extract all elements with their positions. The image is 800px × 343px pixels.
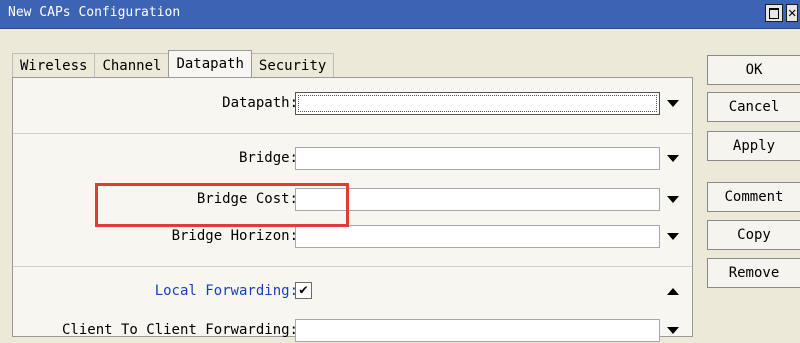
- bridge-input[interactable]: [295, 147, 660, 170]
- bridge-row: Bridge:: [13, 147, 694, 171]
- client-forwarding-label: Client To Client Forwarding:: [61, 322, 298, 338]
- bridge-cost-dropdown-icon[interactable]: [667, 196, 679, 203]
- divider: [13, 133, 692, 134]
- local-forwarding-row: Local Forwarding: ✔: [13, 280, 694, 304]
- client-forwarding-dropdown-icon[interactable]: [667, 327, 679, 334]
- bridge-cost-input[interactable]: [295, 188, 660, 211]
- apply-button[interactable]: Apply: [707, 131, 800, 161]
- tab-strip: Wireless Channel Datapath Security: [12, 50, 335, 77]
- window-controls: ✕: [765, 4, 798, 22]
- tab-wireless[interactable]: Wireless: [12, 53, 96, 77]
- comment-button[interactable]: Comment: [707, 182, 800, 212]
- highlight-box: [95, 183, 349, 227]
- remove-button[interactable]: Remove: [707, 258, 800, 288]
- tab-security[interactable]: Security: [250, 53, 335, 77]
- divider: [13, 266, 692, 267]
- datapath-dropdown-icon[interactable]: [667, 100, 679, 107]
- datapath-label: Datapath:: [222, 95, 298, 111]
- datapath-row: Datapath:: [13, 92, 694, 116]
- window-title: New CAPs Configuration: [8, 5, 181, 20]
- bridge-label: Bridge:: [238, 150, 298, 166]
- bridge-dropdown-icon[interactable]: [667, 155, 679, 162]
- client-forwarding-input[interactable]: [295, 319, 660, 342]
- copy-button[interactable]: Copy: [707, 220, 800, 250]
- tab-datapath[interactable]: Datapath: [168, 50, 252, 77]
- cancel-button[interactable]: Cancel: [707, 92, 800, 122]
- close-icon[interactable]: ✕: [786, 4, 798, 22]
- ok-button[interactable]: OK: [707, 55, 800, 85]
- bridge-horizon-label: Bridge Horizon:: [171, 228, 298, 244]
- bridge-horizon-row: Bridge Horizon:: [13, 225, 694, 249]
- maximize-icon[interactable]: [765, 4, 783, 22]
- collapse-icon[interactable]: [667, 288, 679, 295]
- datapath-input[interactable]: [295, 92, 660, 115]
- bridge-horizon-input[interactable]: [295, 225, 660, 248]
- client-forwarding-row: Client To Client Forwarding:: [13, 319, 694, 343]
- local-forwarding-checkbox[interactable]: ✔: [295, 282, 312, 299]
- tab-channel[interactable]: Channel: [94, 53, 170, 77]
- bridge-horizon-dropdown-icon[interactable]: [667, 233, 679, 240]
- title-bar: New CAPs Configuration ✕: [0, 0, 800, 29]
- local-forwarding-label: Local Forwarding:: [154, 283, 298, 299]
